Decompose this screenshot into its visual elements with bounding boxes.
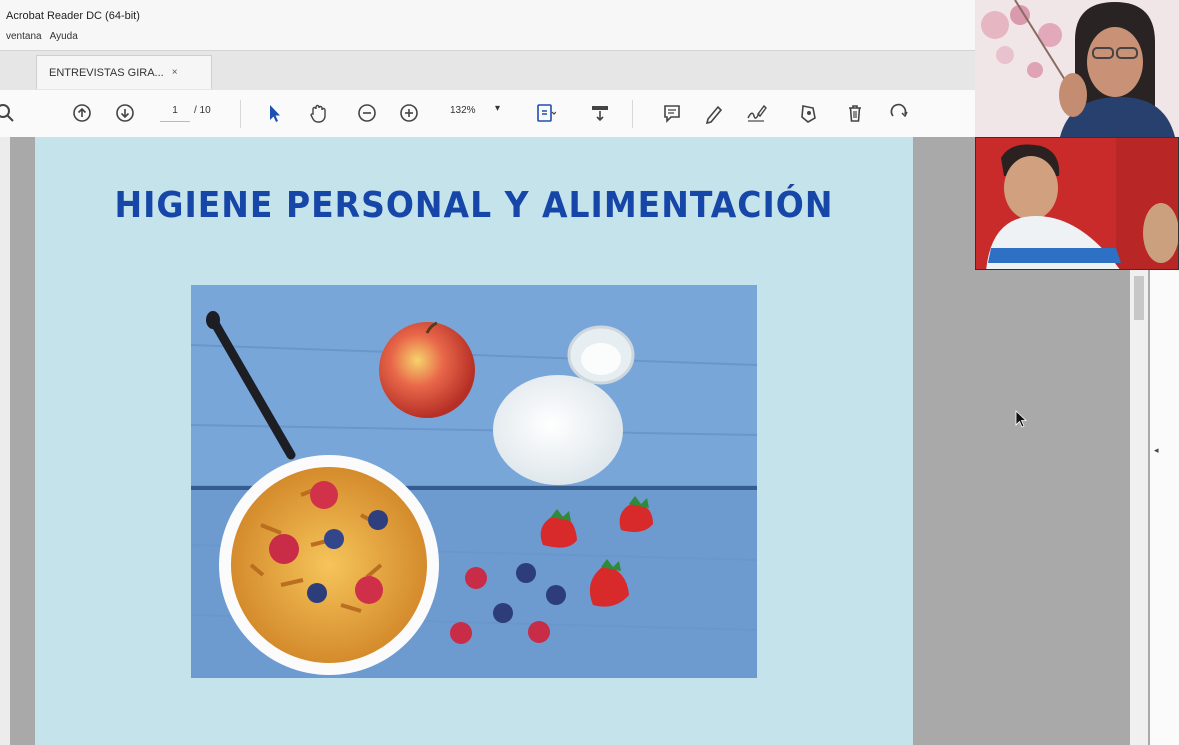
tab-label: ENTREVISTAS GIRA... xyxy=(49,66,164,79)
app-title: Acrobat Reader DC (64-bit) xyxy=(6,10,140,22)
scroll-mode-icon[interactable] xyxy=(588,101,612,125)
tab-strip: ENTREVISTAS GIRA... × xyxy=(0,50,975,91)
rotate-icon[interactable] xyxy=(887,101,911,125)
page-up-icon[interactable] xyxy=(70,101,94,125)
collapse-arrow-icon[interactable]: ◂ xyxy=(1154,445,1159,456)
food-photo xyxy=(191,285,757,678)
menu-item-ventana[interactable]: ventana xyxy=(6,31,42,42)
scrollbar-thumb[interactable] xyxy=(1134,276,1144,320)
video-tile-student xyxy=(975,137,1179,270)
pen-icon[interactable] xyxy=(702,101,726,125)
video-tile-teacher xyxy=(975,0,1179,137)
delete-icon[interactable] xyxy=(843,101,867,125)
toolbar-divider xyxy=(632,100,633,128)
zoom-level[interactable]: 132% xyxy=(450,105,476,116)
page-number-input[interactable]: 1 xyxy=(160,105,190,122)
toolbar: 1 / 10 132% ▾ xyxy=(0,90,975,138)
tab-document[interactable]: ENTREVISTAS GIRA... × xyxy=(36,55,212,89)
menu-bar: ventana Ayuda xyxy=(6,31,78,42)
search-icon[interactable] xyxy=(0,101,18,125)
right-tools-pane: ◂ xyxy=(1150,270,1179,745)
page-down-icon[interactable] xyxy=(113,101,137,125)
page-total: / 10 xyxy=(194,105,211,116)
zoom-out-icon[interactable] xyxy=(355,101,379,125)
zoom-in-icon[interactable] xyxy=(397,101,421,125)
chevron-down-icon[interactable]: ▾ xyxy=(495,103,500,114)
sign-icon[interactable] xyxy=(744,101,768,125)
hand-icon[interactable] xyxy=(306,101,330,125)
menu-item-ayuda[interactable]: Ayuda xyxy=(50,31,78,42)
vertical-scrollbar[interactable] xyxy=(1130,270,1148,745)
fit-page-icon[interactable] xyxy=(533,101,557,125)
comment-icon[interactable] xyxy=(660,101,684,125)
stamp-icon[interactable] xyxy=(796,101,820,125)
select-cursor-icon[interactable] xyxy=(262,101,286,125)
left-nav-panel xyxy=(0,137,10,745)
slide-title: HIGIENE PERSONAL Y ALIMENTACIÓN xyxy=(114,183,834,226)
close-icon[interactable]: × xyxy=(172,67,178,78)
mouse-pointer-icon xyxy=(1015,410,1029,433)
toolbar-divider xyxy=(240,100,241,128)
pdf-page: HIGIENE PERSONAL Y ALIMENTACIÓN xyxy=(35,137,913,745)
